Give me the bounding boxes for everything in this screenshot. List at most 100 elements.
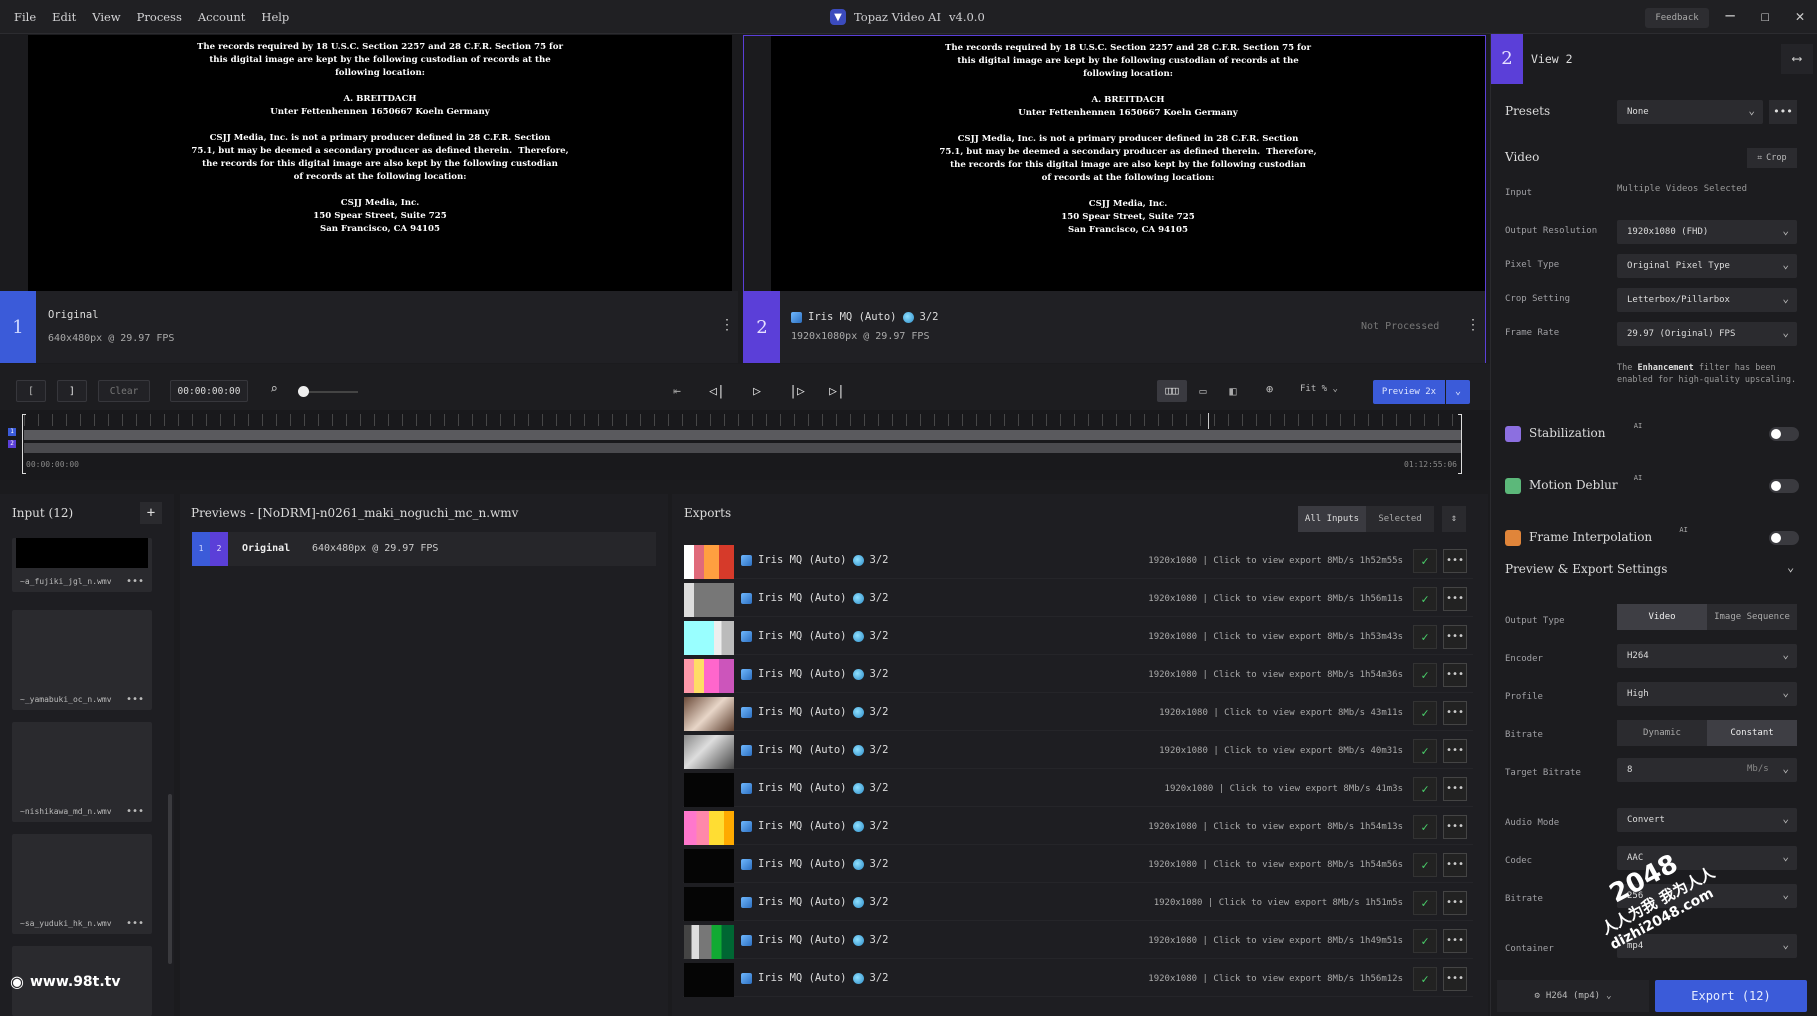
export-row[interactable]: Iris MQ (Auto) 3/2 1920x1080 | Click to … [683,581,1473,617]
track1-bar[interactable] [24,430,1462,440]
export-check-icon[interactable]: ✓ [1413,549,1437,573]
clear-button[interactable]: Clear [98,380,150,402]
export-row[interactable]: Iris MQ (Auto) 3/2 1920x1080 | Click to … [683,885,1473,921]
filter-all-inputs[interactable]: All Inputs [1298,506,1366,532]
export-check-icon[interactable]: ✓ [1413,587,1437,611]
enhanced-preview[interactable]: The records required by 18 U.S.C. Sectio… [771,36,1485,291]
minimize-icon[interactable]: ─ [1720,6,1740,26]
playhead[interactable] [1208,413,1209,429]
zoom-slider[interactable] [302,391,358,393]
fit-zoom-select[interactable]: Fit % ⌄ [1300,384,1338,394]
mark-in-button[interactable]: [ [16,380,46,402]
filter-toggle[interactable] [1769,531,1799,545]
preview-button[interactable]: Preview 2x [1373,380,1445,404]
export-check-icon[interactable]: ✓ [1413,739,1437,763]
export-check-icon[interactable]: ✓ [1413,929,1437,953]
input-file-more-icon[interactable]: ••• [126,806,144,817]
input-file-card[interactable]: ~_yamabuki_oc_n.wmv ••• [12,610,152,710]
export-more-icon[interactable]: ••• [1443,587,1467,611]
preview-row[interactable]: 1 2 Original 640x480px @ 29.97 FPS [192,532,656,566]
bitrate-dynamic-toggle[interactable]: Dynamic [1617,720,1707,746]
export-row[interactable]: Iris MQ (Auto) 3/2 1920x1080 | Click to … [683,809,1473,845]
presets-more-icon[interactable]: ••• [1769,100,1797,124]
export-view-link[interactable]: Click to view export [1213,594,1321,604]
step-forward-icon[interactable]: |▷ [786,382,808,402]
export-row[interactable]: Iris MQ (Auto) 3/2 1920x1080 | Click to … [683,771,1473,807]
mark-out-button[interactable]: ] [57,380,87,402]
export-view-link[interactable]: Click to view export [1224,708,1332,718]
play-icon[interactable]: ▷ [746,382,768,402]
crop-button[interactable]: ⌗ Crop [1747,148,1797,168]
input-file-card[interactable]: ~a_fujiki_jgl_n.wmv ••• [12,538,152,592]
step-back-icon[interactable]: ◁| [706,382,728,402]
export-view-link[interactable]: Click to view export [1213,822,1321,832]
input-file-card[interactable]: ~sa_yuduki_hk_n.wmv ••• [12,834,152,934]
export-row[interactable]: Iris MQ (Auto) 3/2 1920x1080 | Click to … [683,847,1473,883]
export-more-icon[interactable]: ••• [1443,853,1467,877]
add-input-button[interactable]: + [140,502,162,524]
export-view-link[interactable]: Click to view export [1224,746,1332,756]
export-check-icon[interactable]: ✓ [1413,815,1437,839]
export-row[interactable]: Iris MQ (Auto) 3/2 1920x1080 | Click to … [683,733,1473,769]
video-setting-select[interactable]: Original Pixel Type ⌄ [1617,254,1797,278]
zoom-slider-handle[interactable] [298,386,309,397]
export-row[interactable]: Iris MQ (Auto) 3/2 1920x1080 | Click to … [683,543,1473,579]
menu-help[interactable]: Help [253,10,297,24]
menu-edit[interactable]: Edit [44,10,84,24]
export-view-link[interactable]: Click to view export [1213,860,1321,870]
export-more-icon[interactable]: ••• [1443,777,1467,801]
encoder-select[interactable]: H264 ⌄ [1617,644,1797,668]
side-by-side-view-icon[interactable]: ◫◫ [1157,380,1187,402]
export-view-link[interactable]: Click to view export [1213,632,1321,642]
view2-more-icon[interactable]: ⋮ [1466,317,1480,333]
export-check-icon[interactable]: ✓ [1413,777,1437,801]
view1-more-icon[interactable]: ⋮ [720,317,734,333]
export-view-link[interactable]: Click to view export [1219,898,1327,908]
export-more-icon[interactable]: ••• [1443,549,1467,573]
filter-toggle[interactable] [1769,479,1799,493]
export-format-select[interactable]: ⚙ H264 (mp4) ⌄ [1497,980,1649,1012]
zoom-search-icon[interactable]: ⌕ [270,382,278,397]
export-more-icon[interactable]: ••• [1443,663,1467,687]
export-button[interactable]: Export (12) [1655,980,1807,1012]
input-scrollbar[interactable] [168,794,172,964]
menu-process[interactable]: Process [129,10,190,24]
export-more-icon[interactable]: ••• [1443,701,1467,725]
menu-view[interactable]: View [84,10,128,24]
export-more-icon[interactable]: ••• [1443,625,1467,649]
export-view-link[interactable]: Click to view export [1230,784,1338,794]
export-check-icon[interactable]: ✓ [1413,967,1437,991]
export-view-link[interactable]: Click to view export [1213,974,1321,984]
export-view-link[interactable]: Click to view export [1213,936,1321,946]
video-setting-select[interactable]: 29.97 (Original) FPS ⌄ [1617,322,1797,346]
export-more-icon[interactable]: ••• [1443,967,1467,991]
presets-select[interactable]: None ⌄ [1617,100,1763,124]
menu-account[interactable]: Account [190,10,254,24]
export-more-icon[interactable]: ••• [1443,929,1467,953]
export-view-link[interactable]: Click to view export [1213,556,1321,566]
input-file-more-icon[interactable]: ••• [126,694,144,705]
collapse-chevron-icon[interactable]: ⌄ [1787,560,1794,574]
bitrate-constant-toggle[interactable]: Constant [1707,720,1797,746]
target-bitrate-field[interactable]: 8 Mb/s ⌄ [1617,758,1797,782]
output-video-toggle[interactable]: Video [1617,604,1707,630]
close-icon[interactable]: ✕ [1790,6,1810,26]
feedback-button[interactable]: Feedback [1645,8,1709,28]
export-check-icon[interactable]: ✓ [1413,663,1437,687]
export-check-icon[interactable]: ✓ [1413,701,1437,725]
track2-bar[interactable] [24,443,1462,453]
export-check-icon[interactable]: ✓ [1413,891,1437,915]
output-sequence-toggle[interactable]: Image Sequence [1707,604,1797,630]
export-row[interactable]: Iris MQ (Auto) 3/2 1920x1080 | Click to … [683,923,1473,959]
timeline[interactable]: 1 2 00:00:00:00 01:12:55:06 [0,410,1490,480]
export-row[interactable]: Iris MQ (Auto) 3/2 1920x1080 | Click to … [683,657,1473,693]
input-file-more-icon[interactable]: ••• [126,576,144,587]
export-check-icon[interactable]: ✓ [1413,625,1437,649]
export-more-icon[interactable]: ••• [1443,815,1467,839]
export-row[interactable]: Iris MQ (Auto) 3/2 1920x1080 | Click to … [683,619,1473,655]
swap-view-icon[interactable]: ⟷ [1781,44,1813,74]
filter-toggle[interactable] [1769,427,1799,441]
filter-selected[interactable]: Selected [1366,506,1434,532]
export-row[interactable]: Iris MQ (Auto) 3/2 1920x1080 | Click to … [683,695,1473,731]
timecode-field[interactable]: 00:00:00:00 [170,380,248,402]
